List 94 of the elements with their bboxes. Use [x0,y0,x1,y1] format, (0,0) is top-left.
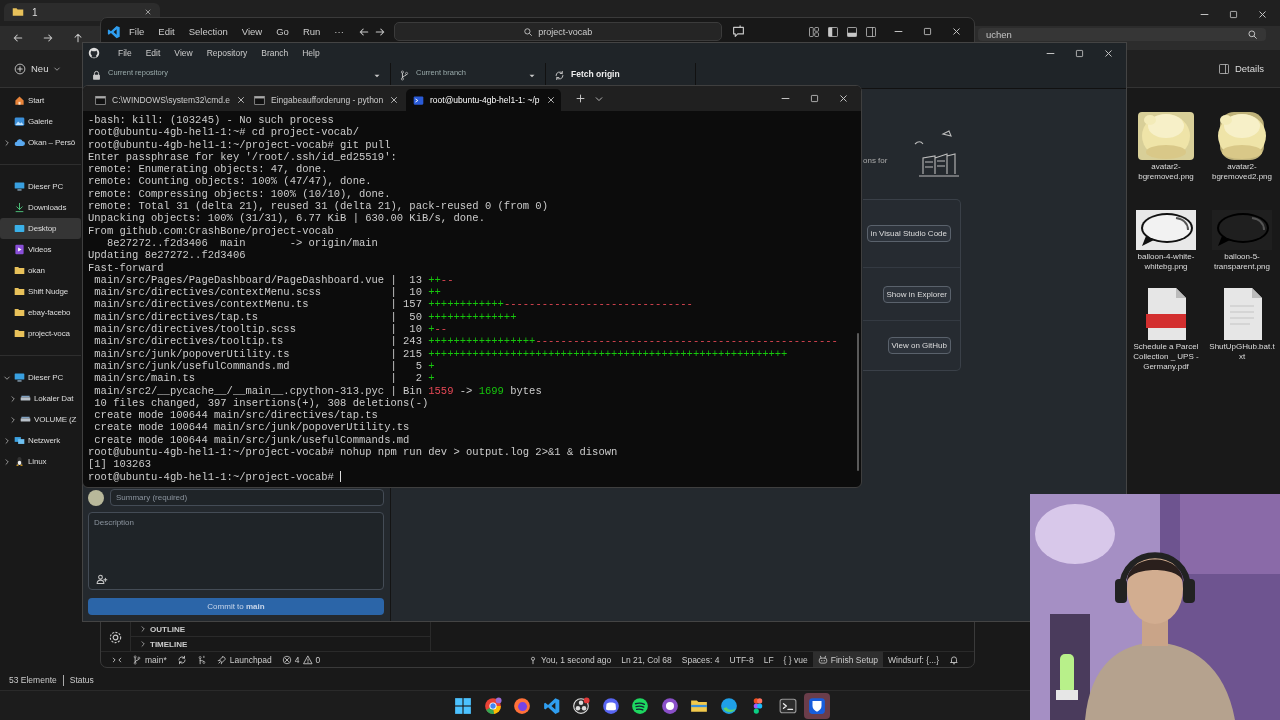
terminal-line: main/src/junk/usefulCommands.md | 5 + [93,359,436,373]
file-tile[interactable]: avatar2-bgremoved2.png [1204,104,1280,182]
sidebar-item[interactable]: Galerie [0,111,81,132]
status-item[interactable]: Windsurf: {...} [882,651,944,667]
terminal-line: main/src/directives/contextMenu.scss | 10 ++ [93,286,442,299]
search-field[interactable]: uchen [978,28,1266,41]
details-button[interactable]: Details [1215,59,1266,78]
new-button[interactable]: Neu [12,59,64,78]
terminal-line: 8e27272..f2d3406 main -> origin/main [105,236,379,250]
window-tab[interactable]: 1 [4,3,160,21]
terminal-line: main/src2/__pycache__/__main__.cpython-313.pyc | Bin 1559 -> 1699 bytes [93,384,543,397]
status-item[interactable]: { } vue [778,651,813,667]
terminal-tab[interactable]: root@ubuntu-4gb-hel1-1: ~/p [406,89,561,111]
sidebar-item[interactable]: Linux [0,451,81,472]
menu-item[interactable]: Edit [139,46,167,60]
menu-item[interactable]: Go [270,24,295,39]
terminal-line: remote: Compressing objects: 100% (10/10), done. [88,187,392,201]
sidebar-item[interactable]: Okan – Persö [0,132,81,153]
terminal-line: main/src/directives/tap.ts | 50 ++++++++++++++ [93,310,518,324]
terminal-line: 10 files changed, 397 insertions(+), 308 deletions(-) [93,396,430,410]
terminal-line: main/src/directives/tooltip.scss | 10 +-- [93,323,449,336]
status-item[interactable]: Ln 21, Col 68 [616,651,677,667]
menu-item[interactable]: ··· [328,24,350,39]
status-item[interactable]: UTF-8 [724,651,759,667]
terminal-line: root@ubuntu-4gb-hel1-1:~# cd project-vocab/ [88,126,360,139]
status-item[interactable]: You, 1 second ago [523,651,617,667]
status-item[interactable]: Finish Setup [812,651,883,667]
terminal-line: main/src/main.ts | 2 + [93,372,436,385]
menu-item[interactable]: File [123,24,151,39]
terminal-line: remote: Counting objects: 100% (47/47), done. [88,175,373,188]
terminal-line: [1] 103263 [88,458,152,471]
menu-item[interactable]: Run [296,24,327,39]
action-button[interactable]: in Visual Studio Code [866,225,951,242]
menu-item[interactable]: Help [296,46,326,60]
menu-item[interactable]: View [168,46,199,60]
hint-text: ons for [863,155,888,165]
terminal-line: -bash: kill: (103245) - No such process [88,114,335,127]
status-item[interactable]: Spaces: 4 [676,651,725,667]
description-field[interactable]: Description [88,512,384,590]
status-label: Status [69,675,94,685]
menu-item[interactable]: View [235,24,269,39]
sidebar-item[interactable]: Netzwerk [0,430,81,451]
terminal-tab[interactable]: Eingabeaufforderung - python [247,89,402,111]
terminal-line: From github.com:CrashBone/project-vocab [88,224,335,237]
sidebar-item[interactable]: Dieser PC [0,176,81,197]
status-item[interactable]: main* [127,651,172,667]
action-button[interactable]: View on GitHub [887,337,951,354]
terminal-line: Updating 8e27272..f2d3406 [88,249,247,262]
sidebar-item[interactable]: Desktop [0,218,81,239]
status-item[interactable]: Launchpad [211,651,277,667]
sidebar-item[interactable]: ebay-facebo [0,302,81,323]
terminal-line: main/src/junk/popoverUtility.ts | 215 +++++++++++++++++++++++++++++++++++++++++++++++++++++++++ [93,347,789,360]
terminal-line: root@ubuntu-4gb-hel1-1:~/project-vocab# nohup npm run dev > output.log 2>&1 & disown [88,446,619,459]
sidebar-item[interactable]: Lokaler Dat [0,388,81,409]
terminal-line: remote: Total 31 (delta 21), reused 31 (delta 21), pack-reused 0 (from 0) [88,200,549,213]
commit-button[interactable]: Commit to main [88,598,384,615]
terminal-tab[interactable]: C:\WINDOWS\system32\cmd.e [88,89,243,111]
terminal-line: Fast-forward [88,261,165,274]
file-tile[interactable]: balloon-4-white-whitebg.png [1128,194,1204,272]
sidebar-item[interactable]: VOLUME (Z [0,409,81,430]
terminal-line: root@ubuntu-4gb-hel1-1:~/project-vocab# git pull [88,138,392,151]
terminal-line: create mode 100644 main/src/junk/popoverUtility.ts [93,421,411,434]
item-count: 53 Elemente [9,675,57,685]
sidebar-item[interactable]: Shift Nudge [0,281,81,302]
terminal-line: Unpacking objects: 100% (31/31), 6.77 KiB | 630.00 KiB/s, done. [88,212,486,225]
sidebar-item[interactable]: okan [0,260,81,281]
menu-item[interactable]: Edit [152,24,181,39]
panel-header[interactable]: TIMELINE [131,636,430,651]
sidebar-item[interactable]: Start [0,90,81,111]
problems-status[interactable]: 4 0 [276,651,326,667]
menu-item[interactable]: Selection [182,24,234,39]
terminal-line: main/src/directives/tooltip.ts | 243 +++++++++++++++++------------------------------------------------ [93,335,839,348]
file-tile[interactable]: Schedule a Parcel Collection _ UPS - Germany.pdf [1128,284,1204,372]
file-tile[interactable]: ShutUpGHub.bat.txt [1204,284,1280,372]
menu-item[interactable]: Repository [200,46,254,60]
terminal-line: root@ubuntu-4gb-hel1-1:~/project-vocab# [88,470,334,483]
terminal-line: create mode 100644 main/src/directives/tap.ts [93,409,379,422]
terminal-line: remote: Enumerating objects: 47, done. [88,163,329,176]
command-search[interactable]: project-vocab [393,22,722,41]
terminal-line: Enter passphrase for key '/root/.ssh/id_ed25519': [88,150,398,164]
menu-item[interactable]: Branch [255,46,295,60]
sidebar-item[interactable]: project-voca [0,323,81,344]
menu-item[interactable]: File [112,46,138,60]
file-tile[interactable]: avatar2-bgremoved.png [1128,104,1204,182]
terminal-line: main/src/Pages/PageDashboard/PageDashboard.vue | 13 ++-- [93,273,455,287]
sidebar-item[interactable]: Dieser PC [0,367,81,388]
summary-field[interactable]: Summary (required) [110,489,384,506]
action-button[interactable]: Show in Explorer [882,285,951,303]
terminal-line: main/src/directives/contextMenu.ts | 157 ++++++++++++------------------------------ [93,298,694,311]
file-tile[interactable]: balloon-5-transparent.png [1204,194,1280,272]
terminal-line: create mode 100644 main/src/junk/usefulCommands.md [93,433,411,446]
status-item[interactable]: LF [758,651,779,667]
sidebar-item[interactable]: Downloads [0,197,81,218]
sidebar-item[interactable]: Videos [0,239,81,260]
